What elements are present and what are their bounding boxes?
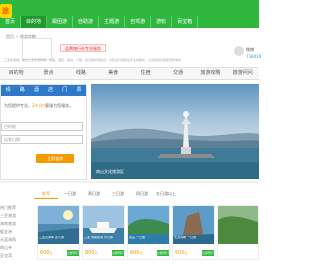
category-hotels[interactable]: 住宿 bbox=[130, 68, 162, 79]
product-price: 800元 bbox=[85, 250, 98, 256]
product-card[interactable]: 三亚直通车 双人游 600元 立即预订 bbox=[37, 205, 80, 260]
booking-panel: 线 路 酒 店 门 票 为您提供专业，24小时客服为您服务。 目的地 出发日期 … bbox=[0, 84, 87, 180]
product-tab-1day[interactable]: 一日游 bbox=[58, 189, 82, 199]
brand-badge: 品牌旅行社专业服务 bbox=[60, 44, 106, 52]
top-nav-item-destination[interactable]: 目的地 bbox=[21, 16, 48, 28]
category-routes[interactable]: 线路 bbox=[65, 68, 97, 79]
product-caption: 三亚 游艇出海 半日游 bbox=[84, 236, 113, 239]
product-price-value: 600 bbox=[40, 250, 50, 256]
product-tabs: 推荐 一日游 两日游 三日游 四日游 五日游以上 bbox=[34, 189, 259, 199]
category-transport[interactable]: 交通 bbox=[162, 68, 194, 79]
hero-banner[interactable]: 南山文化旅游区 bbox=[91, 84, 259, 179]
category-nav: 目的地 景点 线路 美食 住宿 交通 旅游攻略 旅游问问 bbox=[0, 67, 259, 80]
product-price-value: 600 bbox=[175, 250, 185, 256]
weibo-icon bbox=[234, 46, 244, 56]
product-price: 600元 bbox=[40, 250, 53, 256]
top-nav-items: 首页 目的地 跟团游 自助游 主题游 自驾游 游轮 百宝箱 bbox=[0, 16, 259, 28]
sidebar-item[interactable]: 蜈支洲 bbox=[0, 228, 32, 236]
weibo-number: 738419 bbox=[246, 54, 262, 59]
book-button[interactable]: 立即预订 bbox=[67, 250, 79, 256]
category-guides[interactable]: 旅游攻略 bbox=[194, 68, 226, 79]
product-caption: 三亚直通车 双人游 bbox=[39, 236, 64, 239]
product-caption: 西岛 一日游 bbox=[129, 236, 145, 239]
product-caption: 天涯海角 一日游 bbox=[174, 236, 196, 239]
category-attractions[interactable]: 景点 bbox=[32, 68, 64, 79]
sidebar-item[interactable]: 热门推荐 bbox=[0, 204, 32, 212]
product-price-value: 800 bbox=[130, 250, 140, 256]
product-price-unit: 元 bbox=[94, 251, 98, 255]
product-card[interactable]: 西岛 一日游 800元 立即预订 bbox=[127, 205, 170, 260]
book-button[interactable]: 立即预订 bbox=[202, 250, 214, 256]
product-price-unit: 元 bbox=[139, 251, 143, 255]
product-tab-recommend[interactable]: 推荐 bbox=[34, 189, 58, 199]
product-card[interactable]: 三亚 游艇出海 半日游 800元 立即预订 bbox=[82, 205, 125, 260]
category-qa[interactable]: 旅游问问 bbox=[227, 68, 259, 79]
product-price: 800元 bbox=[130, 250, 143, 256]
sidebar-item[interactable]: 亚龙湾 bbox=[0, 252, 32, 260]
top-nav-item-toolbox[interactable]: 百宝箱 bbox=[172, 16, 199, 28]
departure-date-input[interactable]: 出发日期 bbox=[1, 135, 83, 144]
booking-tabs: 线 路 酒 店 门 票 bbox=[1, 85, 86, 96]
product-price-value: 800 bbox=[85, 250, 95, 256]
top-nav-item-self-drive[interactable]: 自驾游 bbox=[125, 16, 152, 28]
sidebar-item[interactable]: 天涯海角 bbox=[0, 236, 32, 244]
product-tab-4day[interactable]: 四日游 bbox=[130, 189, 154, 199]
product-tab-3day[interactable]: 三日游 bbox=[106, 189, 130, 199]
booking-info-highlight: 24小时 bbox=[32, 103, 46, 108]
product-card[interactable] bbox=[217, 205, 259, 260]
booking-tab-4[interactable]: 店 bbox=[44, 85, 58, 96]
book-button[interactable]: 立即预订 bbox=[157, 250, 169, 256]
breadcrumb-home[interactable]: 首页 bbox=[6, 34, 14, 39]
site-description: 三亚旅游网，提供三亚旅游攻略、线路、酒店、美食、门票、签证等旅游信息，为您出行提… bbox=[4, 58, 182, 62]
top-nav-item-theme-tour[interactable]: 主题游 bbox=[99, 16, 126, 28]
top-nav-item-free-tour[interactable]: 自助游 bbox=[73, 16, 100, 28]
book-button[interactable]: 立即预订 bbox=[112, 250, 124, 256]
product-card[interactable]: 天涯海角 一日游 600元 立即预订 bbox=[172, 205, 215, 260]
site-logo-text: 途 bbox=[2, 7, 9, 15]
sidebar-item[interactable]: 海南旅游 bbox=[0, 220, 32, 228]
sidebar-item[interactable]: 三亚旅游 bbox=[0, 212, 32, 220]
category-destination[interactable]: 目的地 bbox=[0, 68, 32, 79]
booking-tab-3[interactable]: 酒 bbox=[29, 85, 43, 96]
booking-info-prefix: 为您提供专业， bbox=[4, 103, 32, 108]
top-nav-item-group-tour[interactable]: 跟团游 bbox=[47, 16, 74, 28]
hero-image bbox=[91, 84, 259, 179]
sidebar-item[interactable]: 南山寺 bbox=[0, 244, 32, 252]
section-divider bbox=[0, 181, 259, 183]
product-price-unit: 元 bbox=[184, 251, 188, 255]
product-price: 600元 bbox=[175, 250, 188, 256]
weibo-title: 微博 bbox=[246, 47, 254, 52]
product-image bbox=[218, 206, 258, 244]
booking-tab-2[interactable]: 路 bbox=[15, 85, 29, 96]
sidebar: 热门推荐 三亚旅游 海南旅游 蜈支洲 天涯海角 南山寺 亚龙湾 bbox=[0, 204, 32, 260]
destination-input[interactable]: 目的地 bbox=[1, 122, 83, 131]
category-food[interactable]: 美食 bbox=[97, 68, 129, 79]
top-nav: 途 首页 目的地 跟团游 自助游 主题游 自驾游 游轮 百宝箱 bbox=[0, 0, 259, 28]
top-nav-item-home[interactable]: 首页 bbox=[0, 16, 22, 28]
booking-info-line: 为您提供专业，24小时客服为您服务。 bbox=[4, 103, 86, 109]
product-price-unit: 元 bbox=[49, 251, 53, 255]
top-nav-item-cruise[interactable]: 游轮 bbox=[151, 16, 173, 28]
weibo-box[interactable]: 微博 738419 bbox=[232, 44, 262, 66]
booking-info-suffix: 客服为您服务。 bbox=[45, 103, 74, 108]
product-tab-2day[interactable]: 两日游 bbox=[82, 189, 106, 199]
booking-tab-5[interactable]: 门 bbox=[58, 85, 72, 96]
hero-caption: 南山文化旅游区 bbox=[96, 169, 124, 174]
booking-tab-1[interactable]: 线 bbox=[1, 85, 15, 96]
product-tab-5day-plus[interactable]: 五日游以上 bbox=[154, 189, 178, 199]
booking-tab-6[interactable]: 票 bbox=[72, 85, 86, 96]
search-button[interactable]: 立即查询 bbox=[36, 154, 74, 163]
